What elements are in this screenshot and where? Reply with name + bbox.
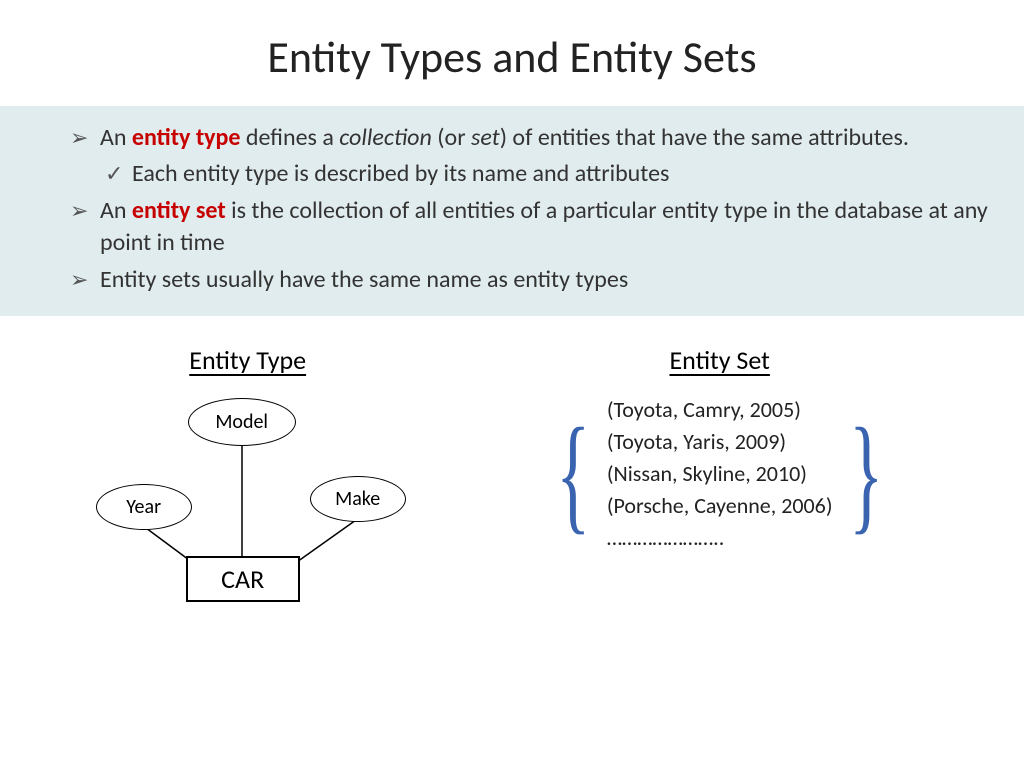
term-entity-type: entity type (132, 123, 241, 152)
page-title: Entity Types and Entity Sets (0, 0, 1024, 106)
set-row: (Toyota, Yaris, 2009) (607, 426, 833, 458)
text: ) of entities that have the same attribu… (500, 123, 909, 152)
text: is the collection of all entities of a p… (100, 196, 988, 257)
bullet-3: Entity sets usually have the same name a… (70, 264, 988, 296)
entity-set-list: (Toyota, Camry, 2005) (Toyota, Yaris, 20… (605, 394, 835, 553)
set-row: (Nissan, Skyline, 2010) (607, 458, 833, 490)
term-entity-set: entity set (132, 196, 226, 225)
entity-car: CAR (186, 556, 300, 602)
brace-open-icon: { (556, 409, 590, 539)
lower-section: Entity Type Model Year Make CAR Entity S… (0, 344, 1024, 614)
attribute-make: Make (310, 476, 406, 522)
attribute-year: Year (96, 484, 192, 530)
text: An (100, 123, 132, 152)
entity-set-column: Entity Set { (Toyota, Camry, 2005) (Toyo… (455, 344, 984, 614)
italic-set: set (471, 123, 500, 152)
entity-set-heading: Entity Set (455, 344, 984, 376)
bullet-1: An entity type defines a collection (or … (70, 122, 988, 154)
entity-set-wrap: { (Toyota, Camry, 2005) (Toyota, Yaris, … (515, 394, 925, 553)
entity-type-column: Entity Type Model Year Make CAR (40, 344, 455, 614)
set-row: (Toyota, Camry, 2005) (607, 394, 833, 426)
entity-type-heading: Entity Type (40, 344, 455, 376)
text: An (100, 196, 132, 225)
text: defines a (240, 123, 339, 152)
set-row: (Porsche, Cayenne, 2006) (607, 490, 833, 522)
brace-close-icon: } (849, 409, 883, 539)
set-row-ellipsis: ………………….. (607, 522, 833, 554)
bullet-2: An entity set is the collection of all e… (70, 195, 988, 260)
attribute-model: Model (188, 398, 296, 446)
er-diagram: Model Year Make CAR (68, 394, 428, 614)
italic-collection: collection (339, 123, 432, 152)
bullet-1-sub: Each entity type is described by its nam… (70, 158, 988, 190)
text: (or (432, 123, 471, 152)
content-box: An entity type defines a collection (or … (0, 106, 1024, 316)
